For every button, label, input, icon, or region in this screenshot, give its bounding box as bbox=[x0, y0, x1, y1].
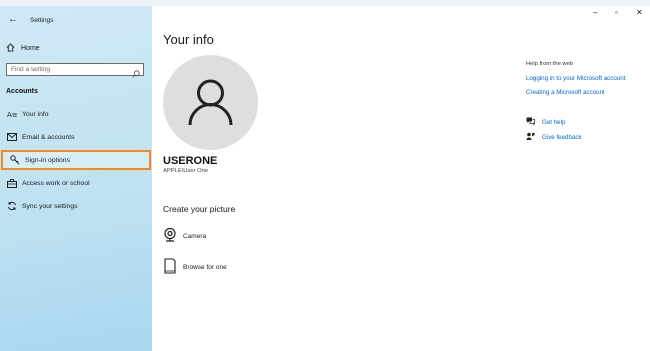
give-feedback-label: Give feedback bbox=[542, 134, 582, 141]
sidebar-item-access-work[interactable]: Access work or school bbox=[0, 173, 152, 193]
avatar bbox=[163, 55, 258, 150]
get-help-link[interactable]: Get help bbox=[526, 117, 565, 127]
camera-icon bbox=[163, 227, 177, 245]
settings-window: ← Settings Home Find a setting Accounts … bbox=[0, 0, 650, 351]
search-input[interactable]: Find a setting bbox=[6, 63, 144, 78]
camera-option[interactable]: Camera bbox=[163, 227, 206, 245]
sidebar-item-sync-settings[interactable]: Sync your settings bbox=[0, 196, 152, 216]
user-icon bbox=[188, 79, 233, 126]
browse-option[interactable]: Browse for one bbox=[163, 258, 227, 276]
maximize-button[interactable]: ▫ bbox=[615, 8, 618, 17]
search-placeholder: Find a setting bbox=[11, 66, 51, 73]
minimize-button[interactable]: – bbox=[593, 8, 597, 17]
sidebar-item-label: Home bbox=[21, 44, 40, 52]
browse-icon bbox=[163, 258, 177, 276]
window-title: Settings bbox=[30, 17, 54, 24]
section-title: Accounts bbox=[6, 88, 38, 95]
home-icon bbox=[6, 42, 15, 54]
page-title: Your info bbox=[163, 32, 214, 47]
get-help-label: Get help bbox=[542, 118, 566, 126]
main-content: Your info USERONE APPLE\User One Create … bbox=[152, 6, 650, 351]
sidebar-item-label: Access work or school bbox=[22, 179, 90, 187]
sidebar-item-home[interactable]: Home bbox=[6, 41, 40, 55]
create-picture-title: Create your picture bbox=[163, 204, 236, 214]
help-panel: Help from the web Logging in to your Mic… bbox=[526, 61, 650, 103]
chat-bubble-icon bbox=[526, 117, 535, 127]
sidebar-item-sign-in-options[interactable]: Sign-in options bbox=[1, 150, 151, 170]
help-link-logging-in[interactable]: Logging in to your Microsoft account bbox=[526, 75, 650, 82]
sync-icon bbox=[3, 201, 21, 211]
close-button[interactable]: ✕ bbox=[636, 8, 643, 17]
sidebar-item-email-accounts[interactable]: Email & accounts bbox=[0, 127, 152, 147]
help-link-create-account[interactable]: Creating a Microsoft account bbox=[526, 89, 650, 96]
svg-text:A≡: A≡ bbox=[7, 111, 17, 118]
account-name: APPLE\User One bbox=[163, 168, 209, 174]
sidebar-item-your-info[interactable]: A≡ Your info bbox=[0, 104, 152, 124]
help-title: Help from the web bbox=[526, 61, 574, 67]
browse-label: Browse for one bbox=[183, 263, 227, 271]
sidebar-item-label: Sync your settings bbox=[22, 202, 78, 210]
give-feedback-link[interactable]: Give feedback bbox=[526, 132, 582, 143]
mail-icon bbox=[3, 133, 21, 141]
person-list-icon: A≡ bbox=[3, 110, 21, 118]
camera-label: Camera bbox=[183, 232, 207, 240]
search-icon[interactable] bbox=[132, 65, 140, 83]
sidebar-item-label: Sign-in options bbox=[25, 156, 70, 164]
feedback-icon bbox=[526, 132, 535, 143]
sidebar-item-label: Email & accounts bbox=[22, 133, 75, 141]
sidebar: ← Settings Home Find a setting Accounts … bbox=[0, 6, 152, 351]
back-arrow-icon[interactable]: ← bbox=[8, 14, 20, 26]
user-name: USERONE bbox=[163, 155, 218, 167]
briefcase-icon bbox=[3, 178, 21, 188]
sidebar-item-label: Your info bbox=[22, 110, 49, 118]
key-icon bbox=[6, 155, 24, 165]
